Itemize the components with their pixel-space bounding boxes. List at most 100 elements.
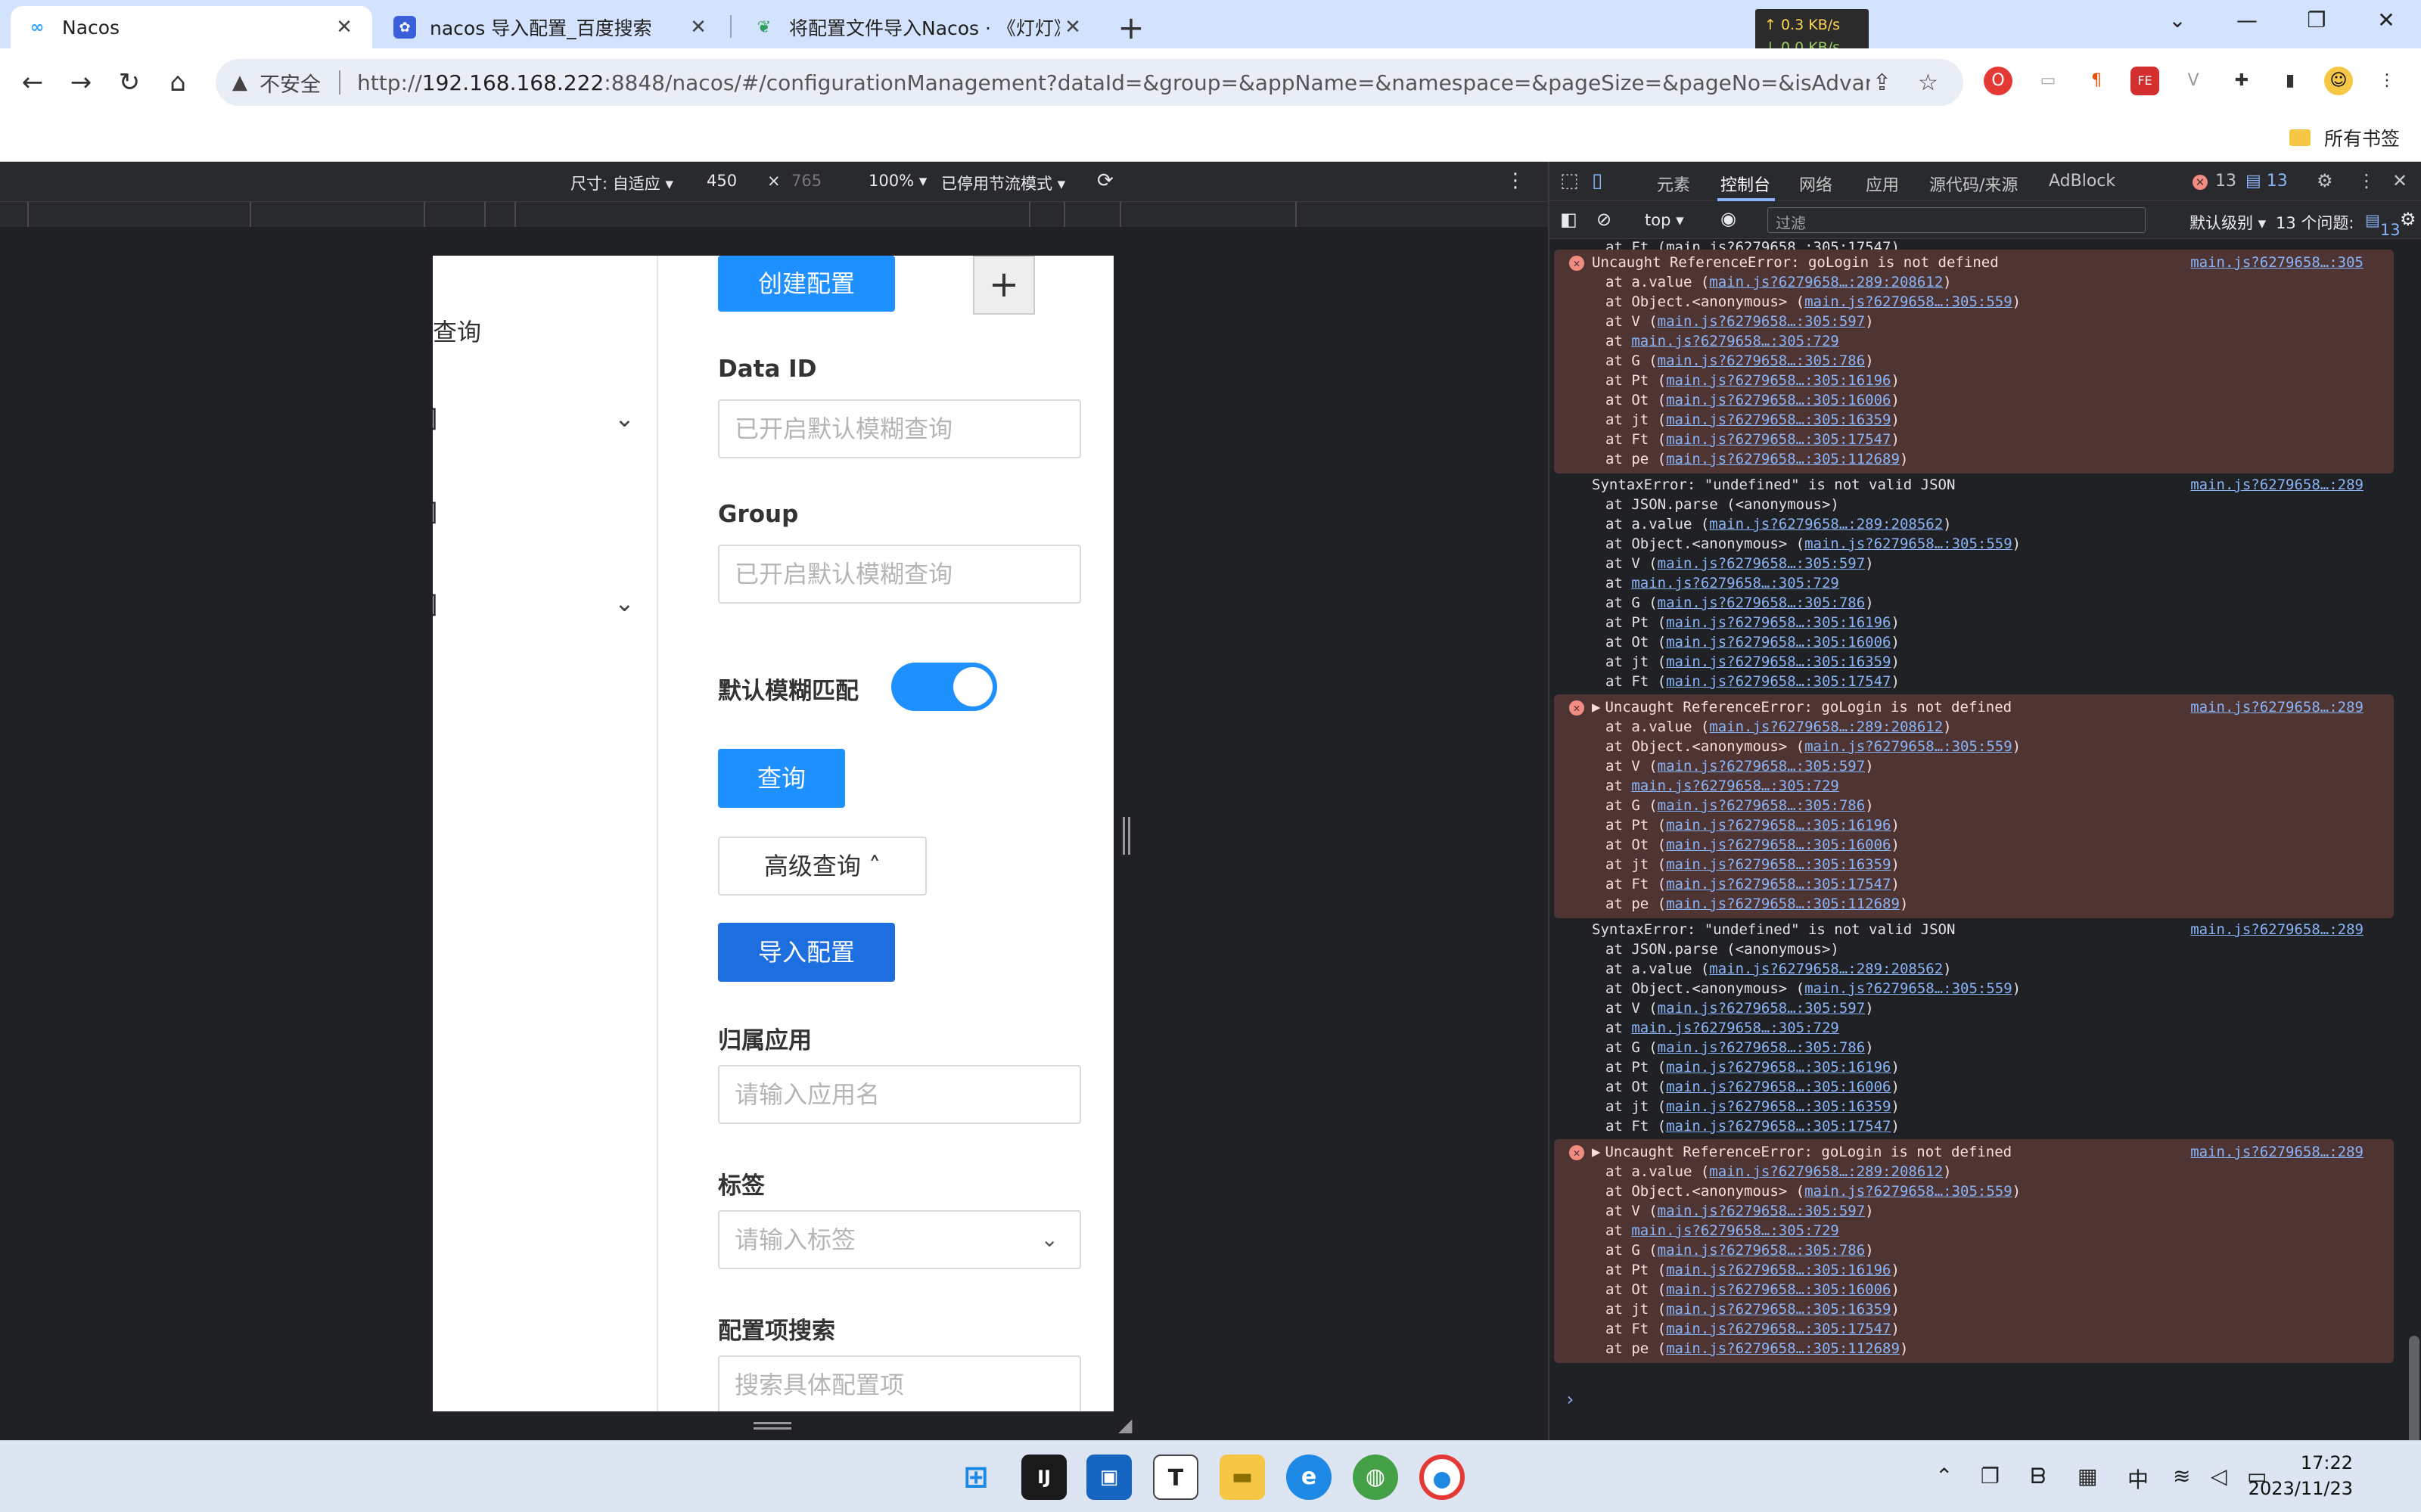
- console-error-message[interactable]: ✕ Uncaught ReferenceError: goLogin is not…: [1554, 250, 2394, 473]
- minimize-icon[interactable]: —: [2224, 8, 2270, 33]
- tab-network[interactable]: 网络: [1799, 172, 1832, 196]
- message-count-badge[interactable]: ▤ 13: [2245, 172, 2288, 191]
- tray-overflow-icon[interactable]: ⌃: [1935, 1464, 1953, 1489]
- chevron-down-icon[interactable]: ⌄: [614, 588, 635, 617]
- console-error-message[interactable]: ✕ ▶ Uncaught ReferenceError: goLogin is no…: [1554, 694, 2394, 918]
- device-width-input[interactable]: 450: [707, 172, 737, 190]
- throttle-select[interactable]: 已停用节流模式 ▾: [941, 172, 1065, 194]
- console-filter-input[interactable]: 过滤: [1767, 207, 2146, 233]
- log-level-select[interactable]: 默认级别 ▾: [2189, 211, 2266, 234]
- address-bar[interactable]: ▲ 不安全 http://192.168.168.222:8848/nacos/…: [216, 59, 1963, 106]
- frame-link[interactable]: main.js?6279658…:305:16359: [1666, 856, 1891, 873]
- sidebar-item-fragment[interactable]: ]: [433, 404, 437, 433]
- import-config-button[interactable]: 导入配置: [718, 923, 895, 982]
- settings-gear-icon[interactable]: ⚙: [2317, 170, 2333, 191]
- source-link[interactable]: main.js?6279658…:289: [2190, 1142, 2364, 1162]
- intellij-idea-icon[interactable]: IJ: [1021, 1455, 1067, 1500]
- tab-console[interactable]: 控制台: [1720, 172, 1770, 196]
- query-button[interactable]: 查询: [718, 749, 845, 808]
- frame-link[interactable]: main.js?6279658…:305:16006: [1666, 634, 1891, 650]
- paragraph-extension-icon[interactable]: ¶: [2082, 67, 2111, 95]
- expand-triangle-icon[interactable]: ▶: [1592, 699, 1600, 716]
- viewport-resize-handle-bottom[interactable]: [754, 1422, 791, 1430]
- typora-icon[interactable]: T: [1153, 1455, 1198, 1500]
- insecure-label[interactable]: 不安全: [260, 68, 321, 98]
- console-error-message[interactable]: ✕ ▶ Uncaught ReferenceError: goLogin is no…: [1554, 1139, 2394, 1363]
- side-panel-icon[interactable]: ▮: [2276, 67, 2304, 95]
- frame-link[interactable]: main.js?6279658…:305:597: [1658, 1203, 1866, 1219]
- frame-link[interactable]: main.js?6279658…:305:729: [1631, 1020, 1839, 1036]
- share-icon[interactable]: ⇪: [1872, 70, 1891, 96]
- window-close-icon[interactable]: ✕: [2364, 8, 2409, 33]
- frame-link[interactable]: main.js?6279658…:305:17547: [1666, 1321, 1891, 1337]
- frame-link[interactable]: main.js?6279658…:305:729: [1631, 778, 1839, 794]
- source-link[interactable]: main.js?6279658…:289: [2190, 697, 2364, 717]
- frame-link[interactable]: main.js?6279658…:305:559: [1804, 293, 2012, 310]
- tray-security-icon[interactable]: ▦: [2078, 1464, 2097, 1489]
- device-more-icon[interactable]: ⋮: [1506, 169, 1525, 192]
- clear-console-icon[interactable]: ⊘: [1596, 209, 1611, 230]
- translate-extension-icon[interactable]: ▭: [2034, 67, 2062, 95]
- warning-triangle-icon[interactable]: ▲: [232, 71, 247, 94]
- forward-icon[interactable]: →: [62, 64, 100, 101]
- console-log-message[interactable]: SyntaxError: "undefined" is not valid JS…: [1554, 917, 2394, 1141]
- frame-link[interactable]: main.js?6279658…:305:16196: [1666, 372, 1891, 389]
- frame-link[interactable]: main.js?6279658…:305:597: [1658, 313, 1866, 330]
- tab-elements[interactable]: 元素: [1657, 172, 1690, 196]
- error-count-badge[interactable]: ✕ 13: [2193, 172, 2236, 191]
- config-search-input[interactable]: 搜索具体配置项: [718, 1355, 1081, 1411]
- frame-link[interactable]: main.js?6279658…:305:786: [1658, 352, 1866, 369]
- frame-link[interactable]: main.js?6279658…:305:16359: [1666, 1098, 1891, 1115]
- reload-icon[interactable]: ↻: [110, 64, 148, 101]
- vue-extension-icon[interactable]: V: [2179, 67, 2208, 95]
- advanced-query-button[interactable]: 高级查询 ˄: [718, 837, 927, 896]
- sidebar-item-query[interactable]: 查询: [433, 313, 481, 348]
- edge-browser-icon[interactable]: e: [1286, 1455, 1332, 1500]
- frame-link[interactable]: main.js?6279658…:305:729: [1631, 575, 1839, 591]
- issues-count[interactable]: ▤ 13: [2365, 211, 2401, 239]
- source-link[interactable]: main.js?6279658…:289: [2190, 920, 2364, 939]
- source-link[interactable]: main.js?6279658…:289: [2190, 475, 2364, 495]
- source-link[interactable]: main.js?6279658…:305: [2190, 253, 2364, 272]
- frame-link[interactable]: main.js?6279658…:305:786: [1658, 1039, 1866, 1056]
- url-text[interactable]: http://192.168.168.222:8848/nacos/#/conf…: [357, 70, 1870, 95]
- new-tab-button[interactable]: +: [1112, 9, 1150, 46]
- frame-link[interactable]: main.js?6279658…:305:16196: [1666, 817, 1891, 834]
- volume-icon[interactable]: ◁: [2211, 1464, 2227, 1489]
- fe-extension-icon[interactable]: FE: [2130, 67, 2159, 95]
- data-id-input[interactable]: 已开启默认模糊查询: [718, 399, 1081, 458]
- tab-application[interactable]: 应用: [1866, 172, 1899, 196]
- windows-start-icon[interactable]: ⊞: [953, 1455, 999, 1500]
- input-method[interactable]: 中: [2127, 1464, 2149, 1494]
- frame-link[interactable]: main.js?6279658…:305:786: [1658, 595, 1866, 611]
- frame-link[interactable]: main.js?6279658…:305:559: [1804, 1183, 2012, 1200]
- extensions-puzzle-icon[interactable]: ✚: [2227, 67, 2256, 95]
- frame-link[interactable]: main.js?6279658…:305:112689: [1666, 1340, 1900, 1357]
- sidebar-item-fragment[interactable]: ]: [433, 590, 437, 619]
- frame-link[interactable]: main.js?6279658…:305:112689: [1666, 896, 1900, 912]
- device-toggle-icon[interactable]: ▯: [1592, 169, 1602, 192]
- frame-link[interactable]: main.js?6279658…:305:17547: [1666, 431, 1891, 448]
- console-log-message[interactable]: SyntaxError: "undefined" is not valid JS…: [1554, 472, 2394, 696]
- add-button[interactable]: +: [973, 256, 1035, 315]
- frame-link[interactable]: main.js?6279658…:305:112689: [1666, 451, 1900, 467]
- frame-link[interactable]: main.js?6279658…:305:16196: [1666, 1262, 1891, 1278]
- frame-link[interactable]: main.js?6279658…:305:16006: [1666, 392, 1891, 408]
- frame-link[interactable]: main.js?6279658…:305:17547: [1666, 876, 1891, 893]
- devtools-more-icon[interactable]: ⋮: [2357, 170, 2376, 191]
- group-input[interactable]: 已开启默认模糊查询: [718, 545, 1081, 604]
- frame-link[interactable]: main.js?6279658…:305:16359: [1666, 1301, 1891, 1318]
- zoom-select[interactable]: 100% ▾: [869, 172, 927, 190]
- frame-link[interactable]: main.js?6279658…:305:16196: [1666, 614, 1891, 631]
- expand-triangle-icon[interactable]: ▶: [1592, 1144, 1600, 1160]
- frame-link[interactable]: main.js?6279658…:289:208562: [1709, 961, 1943, 977]
- tray-window-icon[interactable]: ❐: [1981, 1464, 2000, 1489]
- close-icon[interactable]: ✕: [685, 16, 711, 39]
- all-bookmarks[interactable]: 所有书签: [2289, 124, 2400, 151]
- vm-app-icon[interactable]: ▣: [1086, 1455, 1132, 1500]
- frame-link[interactable]: main.js?6279658…:305:16006: [1666, 837, 1891, 853]
- file-explorer-icon[interactable]: ▬: [1220, 1455, 1265, 1500]
- frame-link[interactable]: main.js?6279658…:289:208612: [1709, 274, 1943, 290]
- rotate-icon[interactable]: ⟳: [1097, 169, 1114, 192]
- device-size-select[interactable]: 尺寸: 自适应 ▾: [570, 172, 673, 194]
